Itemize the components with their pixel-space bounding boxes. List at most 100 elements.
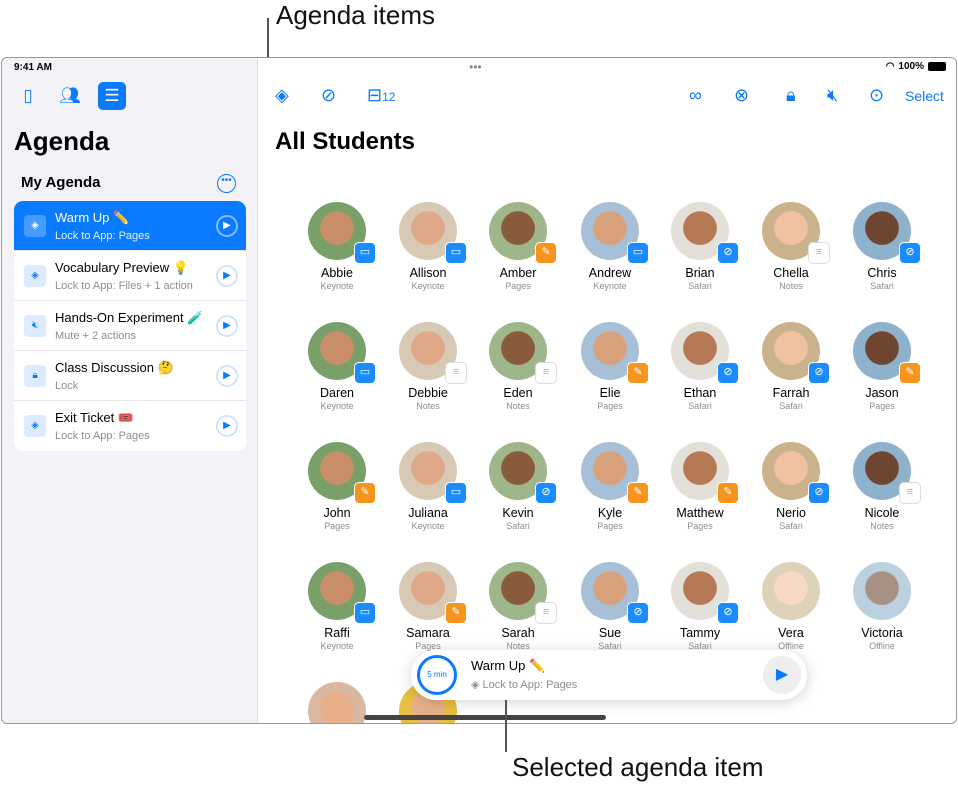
more-icon[interactable]: •••	[217, 174, 236, 193]
more-icon[interactable]: ⊙	[869, 85, 884, 106]
inbox-count: 12	[382, 90, 396, 104]
student-name: Nerio	[776, 506, 806, 520]
avatar	[853, 562, 911, 620]
student-tile[interactable]: ≡ Debbie Notes	[383, 322, 473, 411]
avatar: ≡	[762, 202, 830, 264]
student-tile[interactable]: ▭ Abbie Keynote	[292, 202, 382, 291]
agenda-list: ◈ Warm Up ✏️ Lock to App: Pages ▶ ◈ Vocab…	[14, 201, 246, 451]
student-tile[interactable]: ⊘ Chris Safari	[837, 202, 927, 291]
student-name: Matthew	[676, 506, 724, 520]
pages-app-icon: ✎	[535, 242, 557, 264]
inbox-button[interactable]: ⊟12	[367, 85, 395, 106]
pages-app-icon: ✎	[899, 362, 921, 384]
agenda-item-subtitle: Lock to App: Pages	[55, 430, 150, 442]
student-tile[interactable]: ✎ Jason Pages	[837, 322, 927, 411]
student-tile[interactable]: ≡ Nicole Notes	[837, 442, 927, 531]
play-button[interactable]: ▶	[216, 315, 238, 337]
avatar: ✎	[671, 442, 739, 504]
student-tile[interactable]: ⊘ Nerio Safari	[746, 442, 836, 531]
sidebar-toggle-icon[interactable]: ▯	[14, 82, 42, 110]
student-tile[interactable]: ✎ Matthew Pages	[655, 442, 745, 531]
play-button[interactable]: ▶	[216, 415, 238, 437]
avatar: ✎	[399, 562, 467, 624]
avatar: ✎	[581, 322, 649, 384]
student-tile[interactable]: ▭ Andrew Keynote	[565, 202, 655, 291]
safari-app-icon: ⊘	[627, 602, 649, 624]
student-tile[interactable]: ✎ John Pages	[292, 442, 382, 531]
student-name: Kyle	[597, 506, 623, 520]
ipad-screen: 9:41 AM ▯ 👥︎ ☰ Agenda My Agenda ••• ◈ Wa…	[1, 57, 957, 724]
student-name: Amber	[499, 266, 537, 280]
select-button[interactable]: Select	[905, 88, 944, 104]
student-tile[interactable]: Victoria Offline	[837, 562, 927, 651]
student-tile[interactable]: ✎ Elie Pages	[565, 322, 655, 411]
safari-app-icon: ⊘	[717, 602, 739, 624]
student-tile[interactable]: Vera Offline	[746, 562, 836, 651]
avatar: ≡	[399, 322, 467, 384]
home-indicator[interactable]	[364, 715, 606, 720]
agenda-item-title: Exit Ticket 🎟️	[55, 410, 135, 425]
agenda-item[interactable]: ◈ Vocabulary Preview 💡 Lock to App: File…	[14, 251, 246, 301]
agenda-item[interactable]: 🔇︎ Hands-On Experiment 🧪 Mute + 2 action…	[14, 301, 246, 351]
student-tile[interactable]: ⊘ Farrah Safari	[746, 322, 836, 411]
student-name: Chris	[867, 266, 897, 280]
battery-icon	[928, 62, 946, 71]
student-tile[interactable]: ≡ Chella Notes	[746, 202, 836, 291]
avatar: ⊘	[581, 562, 649, 624]
multitasking-icon[interactable]: •••	[469, 60, 482, 74]
student-app: Keynote	[320, 401, 354, 411]
student-app: Pages	[869, 401, 895, 411]
student-tile[interactable]: ✎ Amber Pages	[473, 202, 563, 291]
students-icon[interactable]: 👥︎	[56, 82, 84, 110]
student-tile[interactable]: ▭ Juliana Keynote	[383, 442, 473, 531]
student-app: Safari	[688, 281, 712, 291]
section-title: My Agenda	[21, 174, 101, 191]
avatar: ✎	[489, 202, 557, 264]
student-tile[interactable]: ⊘ Tammy Safari	[655, 562, 745, 651]
student-tile[interactable]: ▭ Allison Keynote	[383, 202, 473, 291]
keynote-app-icon: ▭	[627, 242, 649, 264]
now-playing-card[interactable]: 5 min Warm Up ✏️ ◈ Lock to App: Pages ▶	[411, 650, 807, 700]
play-button[interactable]: ▶	[763, 656, 801, 694]
now-playing-title: Warm Up ✏️	[471, 658, 546, 673]
student-tile[interactable]: ✎ Kyle Pages	[565, 442, 655, 531]
safari-app-icon: ⊘	[717, 362, 739, 384]
student-name: Farrah	[772, 386, 810, 400]
lock-icon[interactable]: 🔒︎	[786, 85, 796, 106]
mute-icon[interactable]: 🔇︎	[827, 85, 838, 106]
apps-layers-icon[interactable]: ◈	[275, 85, 289, 106]
play-button[interactable]: ▶	[216, 265, 238, 287]
play-button[interactable]: ▶	[216, 215, 238, 237]
groups-icon[interactable]: ∞	[689, 85, 702, 106]
layers-icon: ◈	[24, 265, 46, 287]
student-app: Safari	[506, 521, 530, 531]
inbox-icon: ⊟	[367, 85, 383, 105]
student-tile[interactable]: ▭ Raffi Keynote	[292, 562, 382, 651]
agenda-item-title: Vocabulary Preview 💡	[55, 260, 189, 275]
student-app: Notes	[870, 521, 894, 531]
safari-compass-icon[interactable]: ⊘	[321, 85, 336, 106]
avatar: ✎	[308, 442, 376, 504]
student-tile[interactable]: ≡ Sarah Notes	[473, 562, 563, 651]
pages-app-icon: ✎	[445, 602, 467, 624]
student-tile[interactable]: ⊘ Brian Safari	[655, 202, 745, 291]
student-tile[interactable]: ⊘ Kevin Safari	[473, 442, 563, 531]
agenda-item[interactable]: 🔒︎ Class Discussion 🤔 Lock ▶	[14, 351, 246, 401]
hide-screen-icon[interactable]: ⊗	[734, 85, 749, 106]
avatar: ⊘	[853, 202, 921, 264]
agenda-item-title: Hands-On Experiment 🧪	[55, 310, 204, 325]
student-name: Juliana	[408, 506, 448, 520]
layers-icon: ◈	[471, 679, 483, 691]
agenda-item[interactable]: ◈ Warm Up ✏️ Lock to App: Pages ▶	[14, 201, 246, 251]
play-button[interactable]: ▶	[216, 365, 238, 387]
avatar: ⊘	[671, 562, 739, 624]
student-tile[interactable]: ▭ Daren Keynote	[292, 322, 382, 411]
avatar: ▭	[308, 562, 376, 624]
avatar: ⊘	[489, 442, 557, 504]
student-tile[interactable]: ✎ Samara Pages	[383, 562, 473, 651]
student-tile[interactable]: ⊘ Ethan Safari	[655, 322, 745, 411]
agenda-list-icon[interactable]: ☰	[98, 82, 126, 110]
student-tile[interactable]: ≡ Eden Notes	[473, 322, 563, 411]
agenda-item[interactable]: ◈ Exit Ticket 🎟️ Lock to App: Pages ▶	[14, 401, 246, 451]
student-tile[interactable]: ⊘ Sue Safari	[565, 562, 655, 651]
